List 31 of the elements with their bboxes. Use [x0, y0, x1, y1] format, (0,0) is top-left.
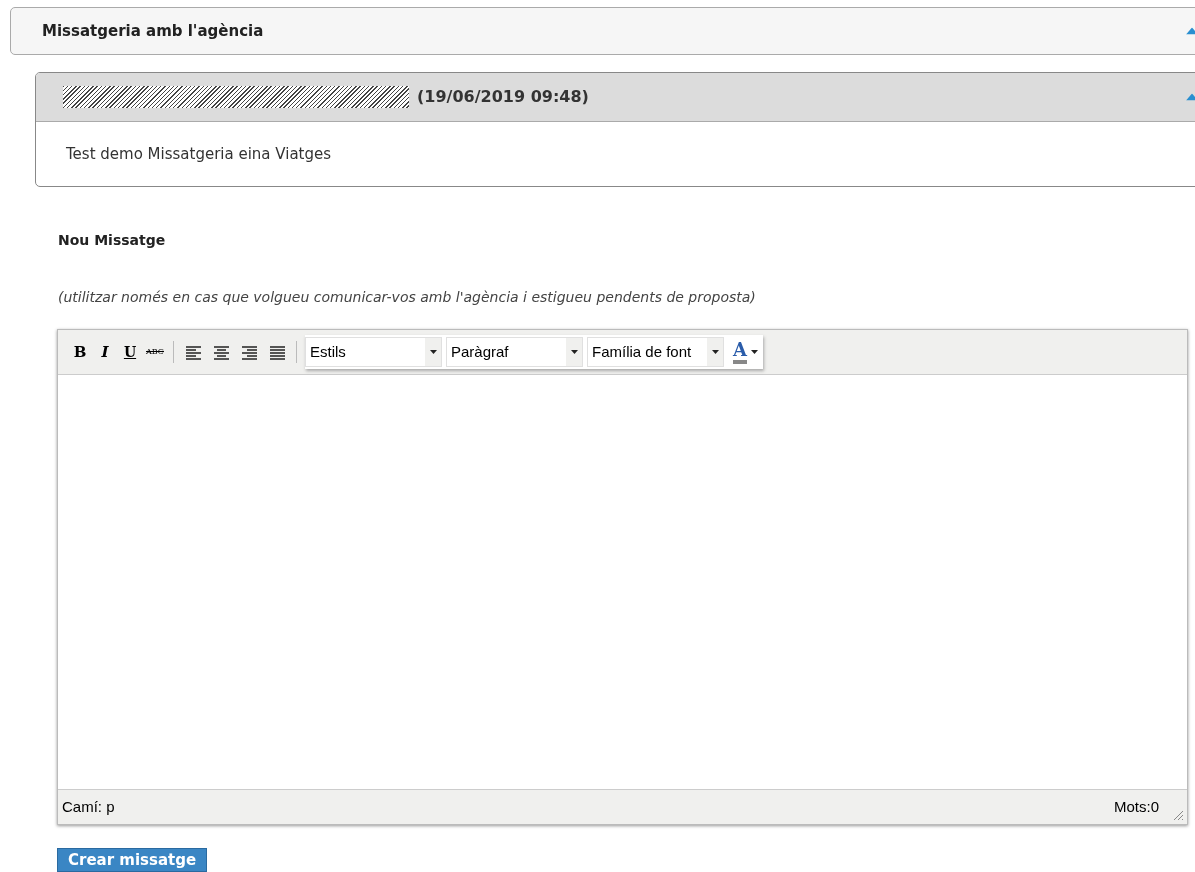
dropdown-value: Estils — [309, 341, 346, 362]
format-button[interactable]: I — [93, 340, 117, 364]
dropdown-value: Família de font — [591, 341, 692, 362]
align-left-icon — [184, 344, 202, 360]
dropdown[interactable]: Paràgraf — [446, 337, 583, 367]
caret-icon — [429, 350, 437, 354]
align-center-icon — [212, 344, 230, 360]
usage-note: (utilitzar només en cas que volgueu comunicar-vos amb l'agència i estigueu pendents de proposta) — [58, 288, 756, 307]
message-date: (19/06/2019 09:48) — [417, 86, 589, 108]
panel-header[interactable]: Missatgeria amb l'agència — [10, 7, 1195, 55]
caret-icon — [570, 350, 578, 354]
caret-icon — [711, 350, 719, 354]
caret-icon — [750, 350, 758, 354]
resize-handle-icon[interactable] — [1172, 809, 1184, 821]
dropdown-value: Paràgraf — [450, 341, 509, 362]
align-right-icon — [240, 344, 258, 360]
dropdown[interactable]: Estils — [305, 337, 442, 367]
collapse-arrow-icon[interactable] — [1186, 27, 1195, 35]
collapse-arrow-icon[interactable] — [1186, 93, 1195, 101]
section-heading: Nou Missatge — [58, 231, 166, 250]
panel-title: Missatgeria amb l'agència — [42, 20, 264, 42]
create-message-button[interactable]: Crear missatge — [57, 848, 208, 872]
dropdown[interactable]: Família de font — [587, 337, 724, 367]
format-button[interactable]: B — [68, 340, 92, 364]
message-text: Test demo Missatgeria eina Viatges — [66, 143, 332, 165]
element-path: Camí: p — [62, 796, 115, 817]
align-justify-icon — [268, 344, 286, 360]
word-count: Mots:0 — [1114, 796, 1159, 817]
message-header[interactable]: (19/06/2019 09:48) — [36, 73, 1195, 122]
format-button[interactable]: U — [118, 340, 142, 364]
format-button[interactable]: ABC — [143, 340, 167, 364]
